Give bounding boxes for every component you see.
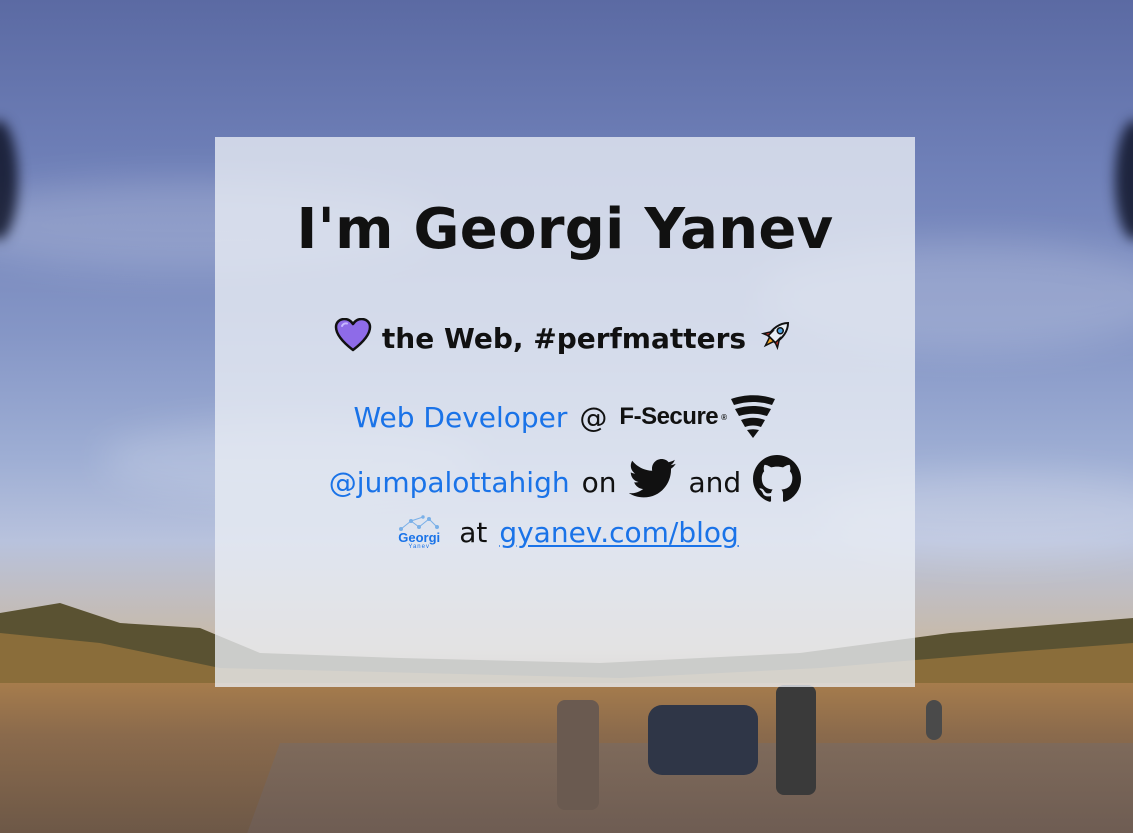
- f-secure-shield-icon: [730, 395, 775, 438]
- page-title: I'm Georgi Yanev: [296, 197, 834, 262]
- purple-heart-icon: [334, 317, 372, 359]
- lens-shadow: [1115, 120, 1133, 240]
- github-link[interactable]: [753, 455, 802, 510]
- f-secure-logo: F-Secure ®: [619, 395, 776, 439]
- rocket-icon: [756, 315, 796, 362]
- f-secure-logo-text: F-Secure: [619, 403, 719, 430]
- blog-link[interactable]: gyanev.com/blog: [499, 516, 738, 549]
- georgi-yanev-logo: Georgi Yanev: [391, 515, 447, 550]
- person: [557, 700, 599, 810]
- logo-sub: Yanev: [408, 544, 430, 550]
- twitter-icon: [628, 459, 676, 498]
- logo-name: Georgi: [398, 530, 441, 545]
- tagline: the Web, #perfmatters: [215, 315, 915, 362]
- tagline-text: the Web, #perfmatters: [381, 322, 747, 355]
- social-line: @jumpalottahigh on and: [215, 455, 915, 510]
- blog-line: Georgi Yanev at gyanev.com/blog: [215, 515, 915, 550]
- job-line: Web Developer @ F-Secure ®: [215, 395, 915, 439]
- on-label: on: [581, 466, 617, 499]
- github-icon: [753, 455, 802, 502]
- twitter-handle-link[interactable]: @jumpalottahigh: [329, 466, 570, 499]
- twitter-link[interactable]: [628, 459, 677, 506]
- role-link[interactable]: Web Developer: [353, 401, 567, 434]
- at-label: at: [459, 516, 488, 549]
- person: [776, 685, 816, 795]
- registered-mark: ®: [721, 412, 727, 422]
- intro-card: I'm Georgi Yanev the Web, #perfmatters W…: [215, 137, 915, 687]
- and-label: and: [688, 466, 742, 499]
- at-symbol: @: [579, 400, 608, 434]
- person: [926, 700, 942, 740]
- company-link[interactable]: F-Secure ®: [619, 395, 776, 439]
- car: [648, 705, 758, 775]
